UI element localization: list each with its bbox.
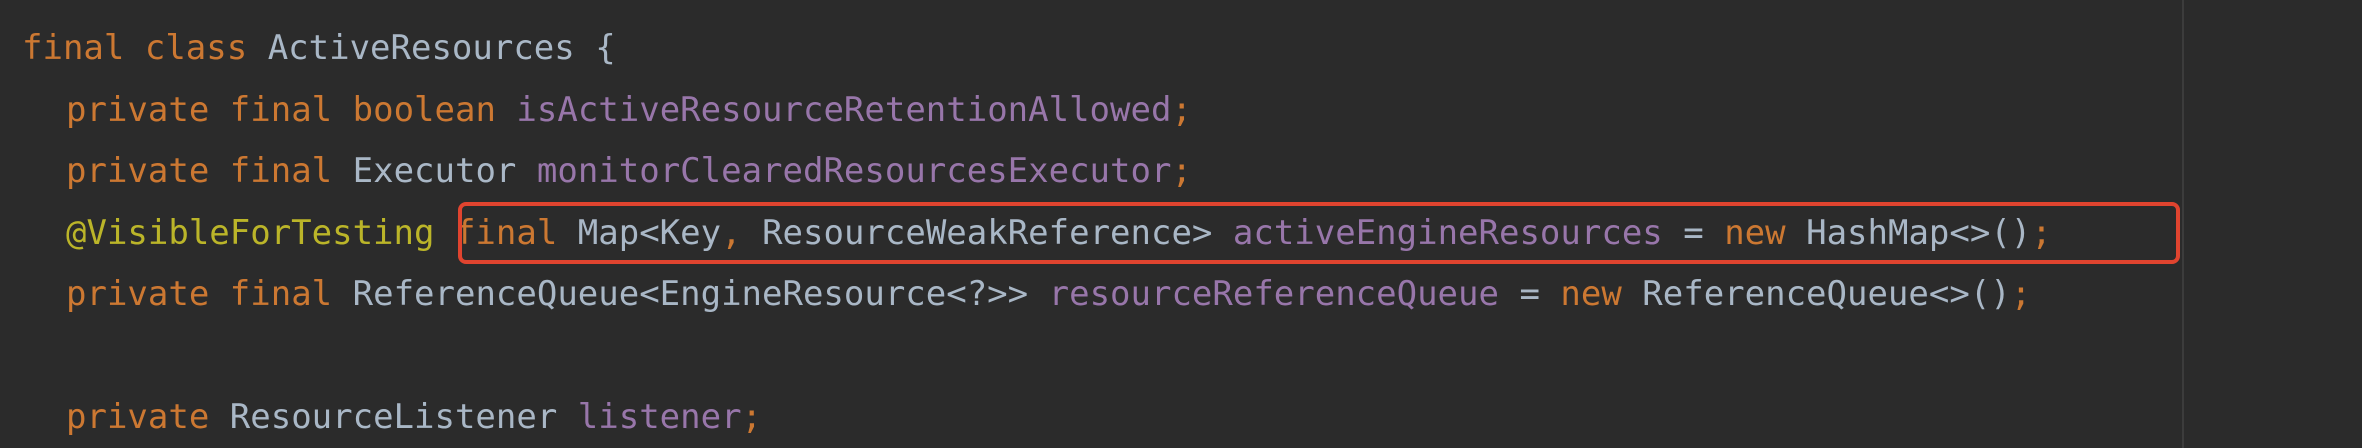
code-token: isActiveResourceRetentionAllowed — [516, 90, 1172, 130]
code-token: final — [229, 274, 333, 314]
code-token: ActiveResources — [267, 28, 575, 68]
code-token: final — [229, 151, 333, 191]
code-token: boolean — [352, 90, 496, 130]
code-token: ; — [1171, 151, 1192, 191]
code-token: private — [66, 90, 210, 130]
code-token: @VisibleForTesting — [66, 213, 435, 253]
code-token: ; — [1171, 90, 1192, 130]
code-token: final — [22, 28, 125, 68]
code-token: ReferenceQueue<>() — [1642, 274, 2011, 314]
code-line-3: private final Executor monitorClearedRes… — [22, 143, 1192, 199]
code-token: Executor — [352, 151, 517, 191]
code-token: private — [66, 274, 210, 314]
code-editor[interactable]: final class ActiveResources { private fi… — [0, 0, 2362, 448]
code-token: new — [1560, 274, 1622, 314]
code-token: private — [66, 151, 210, 191]
code-token: { — [574, 28, 616, 68]
right-margin-guide — [2182, 0, 2184, 448]
code-line-7: private ResourceListener listener; — [22, 389, 762, 445]
code-token: = — [1498, 274, 1561, 314]
code-token: private — [66, 397, 210, 437]
code-token: ; — [2010, 274, 2032, 314]
code-token: monitorClearedResourcesExecutor — [536, 151, 1172, 191]
code-token: class — [144, 28, 248, 68]
code-line-1: final class ActiveResources { — [22, 20, 616, 76]
code-token: final — [229, 90, 333, 130]
code-token: ReferenceQueue<EngineResource<?>> — [352, 274, 1029, 314]
code-token: ResourceListener — [229, 397, 558, 437]
code-token: resourceReferenceQueue — [1048, 274, 1499, 314]
highlight-box — [458, 202, 2180, 264]
code-line-2: private final boolean isActiveResourceRe… — [22, 82, 1192, 138]
code-line-5: private final ReferenceQueue<EngineResou… — [22, 266, 2031, 322]
code-token: listener — [577, 397, 742, 437]
code-token: ; — [741, 397, 763, 437]
